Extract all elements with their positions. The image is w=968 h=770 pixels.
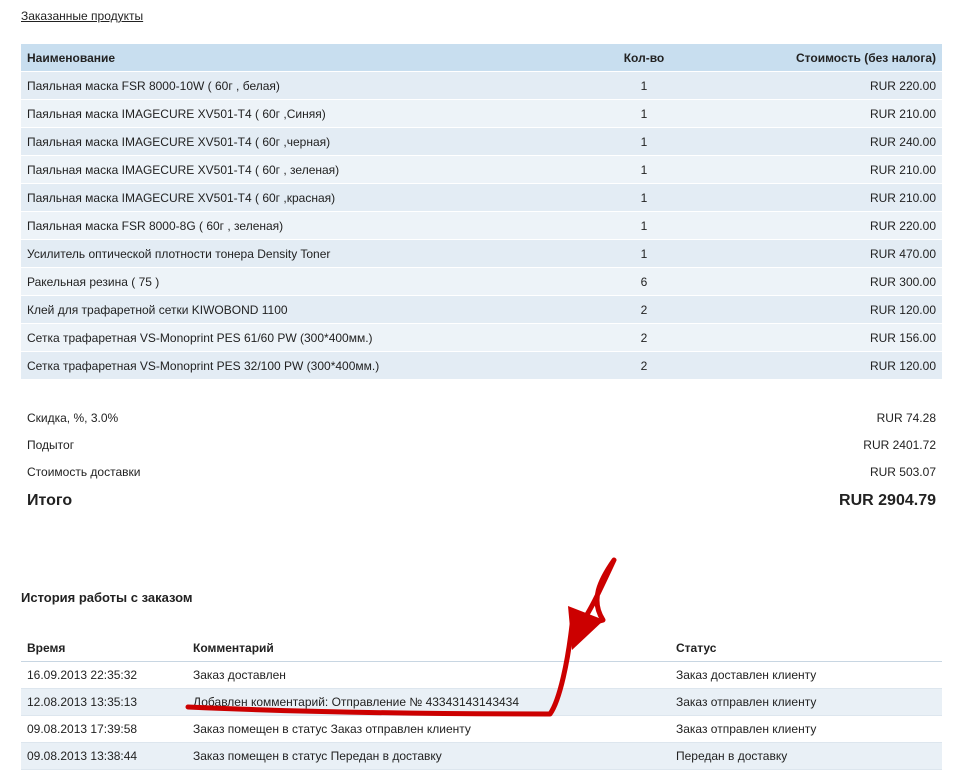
product-qty: 6: [598, 267, 690, 296]
column-name-header: Наименование: [21, 44, 598, 72]
product-price: RUR 300.00: [690, 267, 942, 296]
product-name: Клей для трафаретной сетки KIWOBOND 1100: [21, 295, 598, 324]
product-name: Усилитель оптической плотности тонера De…: [21, 239, 598, 268]
table-row: Паяльная маска IMAGECURE XV501-T4 ( 60г …: [21, 155, 942, 184]
product-name: Паяльная маска IMAGECURE XV501-T4 ( 60г …: [21, 99, 598, 128]
table-row: 09.08.2013 17:39:58 Заказ помещен в стату…: [21, 715, 942, 743]
product-name: Паяльная маска IMAGECURE XV501-T4 ( 60г …: [21, 127, 598, 156]
order-history-table: Время Комментарий Статус 16.09.2013 22:3…: [21, 634, 942, 770]
table-row: 09.08.2013 13:38:44 Заказ помещен в стату…: [21, 742, 942, 770]
shipping-row: Стоимость доставки RUR 503.07: [21, 458, 942, 485]
history-status: Заказ отправлен клиенту: [670, 715, 942, 743]
table-row: Паяльная маска IMAGECURE XV501-T4 ( 60г …: [21, 99, 942, 128]
subtotal-row: Подытог RUR 2401.72: [21, 431, 942, 458]
product-qty: 1: [598, 183, 690, 212]
table-row: Паяльная маска FSR 8000-8G ( 60г , зелен…: [21, 211, 942, 240]
column-qty-header: Кол-во: [598, 44, 690, 72]
history-comment: Заказ доставлен: [187, 661, 670, 689]
product-qty: 1: [598, 127, 690, 156]
table-row: Паяльная маска FSR 8000-10W ( 60г , бела…: [21, 71, 942, 100]
ordered-products-link[interactable]: Заказанные продукты: [21, 9, 143, 23]
table-row: Ракельная резина ( 75 ) 6 RUR 300.00: [21, 267, 942, 296]
table-row: 16.09.2013 22:35:32 Заказ доставлен Заказ …: [21, 661, 942, 689]
total-row: Итого RUR 2904.79: [21, 485, 942, 517]
history-comment: Добавлен комментарий: Отправление № 4334…: [187, 688, 670, 716]
product-name: Сетка трафаретная VS-Monoprint PES 32/10…: [21, 351, 598, 379]
product-qty: 1: [598, 99, 690, 128]
product-name: Сетка трафаретная VS-Monoprint PES 61/60…: [21, 323, 598, 352]
discount-row: Скидка, %, 3.0% RUR 74.28: [21, 404, 942, 431]
product-price: RUR 240.00: [690, 127, 942, 156]
history-status: Заказ отправлен клиенту: [670, 688, 942, 716]
product-qty: 1: [598, 71, 690, 100]
product-name: Паяльная маска FSR 8000-10W ( 60г , бела…: [21, 71, 598, 100]
table-row: Клей для трафаретной сетки KIWOBOND 1100…: [21, 295, 942, 324]
history-time-header: Время: [21, 634, 187, 662]
discount-label: Скидка, %, 3.0%: [27, 410, 119, 425]
product-price: RUR 120.00: [690, 295, 942, 324]
product-qty: 2: [598, 295, 690, 324]
column-price-header: Стоимость (без налога): [690, 44, 942, 72]
total-label: Итого: [27, 492, 73, 509]
table-row: 12.08.2013 13:35:13 Добавлен комментарий:…: [21, 688, 942, 716]
history-time: 12.08.2013 13:35:13: [21, 688, 187, 716]
table-row: Паяльная маска IMAGECURE XV501-T4 ( 60г …: [21, 127, 942, 156]
product-qty: 2: [598, 351, 690, 379]
product-name: Паяльная маска IMAGECURE XV501-T4 ( 60г …: [21, 183, 598, 212]
shipping-value: RUR 503.07: [869, 464, 936, 479]
product-price: RUR 210.00: [690, 99, 942, 128]
product-price: RUR 220.00: [690, 71, 942, 100]
product-name: Ракельная резина ( 75 ): [21, 267, 598, 296]
history-comment-header: Комментарий: [187, 634, 670, 662]
subtotal-label: Подытог: [27, 437, 75, 452]
ordered-products-table: Наименование Кол-во Стоимость (без налог…: [21, 44, 942, 379]
product-name: Паяльная маска IMAGECURE XV501-T4 ( 60г …: [21, 155, 598, 184]
table-row: Сетка трафаретная VS-Monoprint PES 32/10…: [21, 351, 942, 379]
table-row: Усилитель оптической плотности тонера De…: [21, 239, 942, 268]
total-value: RUR 2904.79: [839, 492, 936, 509]
history-status: Заказ доставлен клиенту: [670, 661, 942, 689]
table-row: Сетка трафаретная VS-Monoprint PES 61/60…: [21, 323, 942, 352]
history-time: 09.08.2013 13:38:44: [21, 742, 187, 770]
history-time: 09.08.2013 17:39:58: [21, 715, 187, 743]
history-header-row: Время Комментарий Статус: [21, 634, 942, 662]
history-comment: Заказ помещен в статус Заказ отправлен к…: [187, 715, 670, 743]
product-price: RUR 120.00: [690, 351, 942, 379]
history-status-header: Статус: [670, 634, 942, 662]
table-row: Паяльная маска IMAGECURE XV501-T4 ( 60г …: [21, 183, 942, 212]
shipping-label: Стоимость доставки: [27, 464, 141, 479]
product-qty: 2: [598, 323, 690, 352]
product-name: Паяльная маска FSR 8000-8G ( 60г , зелен…: [21, 211, 598, 240]
product-qty: 1: [598, 155, 690, 184]
history-time: 16.09.2013 22:35:32: [21, 661, 187, 689]
order-totals: Скидка, %, 3.0% RUR 74.28 Подытог RUR 24…: [21, 404, 942, 517]
product-qty: 1: [598, 239, 690, 268]
product-price: RUR 156.00: [690, 323, 942, 352]
history-status: Передан в доставку: [670, 742, 942, 770]
history-title: История работы с заказом: [21, 590, 193, 605]
table-header-row: Наименование Кол-во Стоимость (без налог…: [21, 44, 942, 72]
discount-value: RUR 74.28: [876, 410, 936, 425]
product-price: RUR 220.00: [690, 211, 942, 240]
product-price: RUR 210.00: [690, 155, 942, 184]
product-price: RUR 210.00: [690, 183, 942, 212]
product-qty: 1: [598, 211, 690, 240]
product-price: RUR 470.00: [690, 239, 942, 268]
subtotal-value: RUR 2401.72: [863, 437, 936, 452]
history-comment: Заказ помещен в статус Передан в доставк…: [187, 742, 670, 770]
